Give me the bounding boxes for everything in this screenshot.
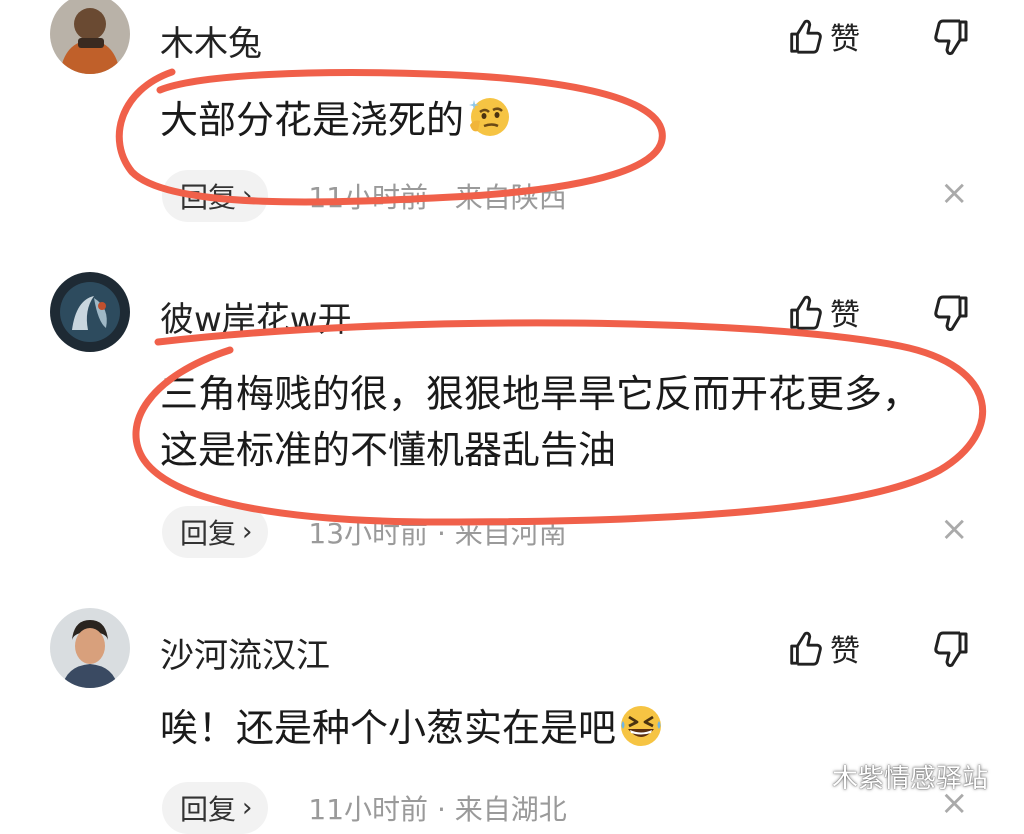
comment-time: 11小时前 [308,793,429,826]
reply-button[interactable]: 回复 › [162,782,269,834]
thumbs-up-icon [790,19,822,54]
avatar[interactable] [50,272,130,352]
reply-label: 回复 [180,181,237,214]
comment-text: 三角梅贱的很，狠狠地旱旱它反而开花更多， 这是标准的不懂机器乱告油 [160,366,920,478]
reply-label: 回复 [180,517,237,550]
comment-text-line: 大部分花是浇死的 [160,98,465,142]
dislike-button[interactable] [932,294,972,338]
close-icon[interactable]: × [940,512,969,546]
comment-time: 13小时前 [308,517,429,550]
avatar-image [50,272,130,352]
comment-info: 11小时前 · 来自湖北 [308,788,566,828]
username[interactable]: 彼w岸花w开 [160,292,352,341]
watermark-text: 木紫情感驿站 [832,764,989,794]
like-label: 赞 [830,22,860,57]
thumbs-down-icon [934,631,968,668]
comment-location: 来自陕西 [454,181,567,214]
close-icon[interactable]: × [940,176,969,210]
reply-button[interactable]: 回复 › [162,506,269,558]
like-button[interactable]: 赞 [786,290,860,334]
reply-button[interactable]: 回复 › [162,170,269,222]
avatar-image [50,608,130,688]
chevron-right-icon: › [242,517,253,547]
comment-time: 11小时前 [308,181,429,214]
dislike-button[interactable] [932,18,972,62]
meta-separator: · [436,793,446,826]
thumbs-down-icon [934,19,968,56]
comment-location: 来自河南 [454,517,567,550]
thumbs-down-icon [934,295,968,332]
username[interactable]: 木木兔 [160,16,262,65]
wechat-icon [785,762,825,791]
comment-text-line: 唉！还是种个小葱实在是吧 [160,706,617,750]
avatar-image [50,0,130,74]
avatar[interactable] [50,0,130,74]
thumbs-up-icon [790,631,822,666]
thinking-face-icon [466,95,512,156]
like-label: 赞 [830,298,860,333]
comment-text-line: 三角梅贱的很，狠狠地旱旱它反而开花更多， [160,372,921,416]
comment-text-line: 这是标准的不懂机器乱告油 [160,428,617,472]
comment-meta: 回复 › 11小时前 · 来自陕西 [162,170,567,222]
thumbs-up-icon [790,295,822,330]
meta-separator: · [436,517,446,550]
chevron-right-icon: › [242,181,253,211]
dislike-button[interactable] [932,630,972,674]
meta-separator: · [436,181,446,214]
comment-text: 大部分花是浇死的 [160,92,512,156]
reply-label: 回复 [180,793,237,826]
grinning-squint-face-icon [618,703,664,764]
comment-meta: 回复 › 13小时前 · 来自河南 [162,506,567,558]
avatar[interactable] [50,608,130,688]
comment-info: 13小时前 · 来自河南 [308,512,566,552]
watermark: 木紫情感驿站 [784,758,988,795]
comment-location: 来自湖北 [454,793,567,826]
like-button[interactable]: 赞 [786,14,860,58]
comment-meta: 回复 › 11小时前 · 来自湖北 [162,782,567,834]
username[interactable]: 沙河流汉江 [160,628,330,677]
comment-info: 11小时前 · 来自陕西 [308,176,566,216]
like-button[interactable]: 赞 [786,626,860,670]
comment-text: 唉！还是种个小葱实在是吧 [160,700,664,764]
like-label: 赞 [830,634,860,669]
